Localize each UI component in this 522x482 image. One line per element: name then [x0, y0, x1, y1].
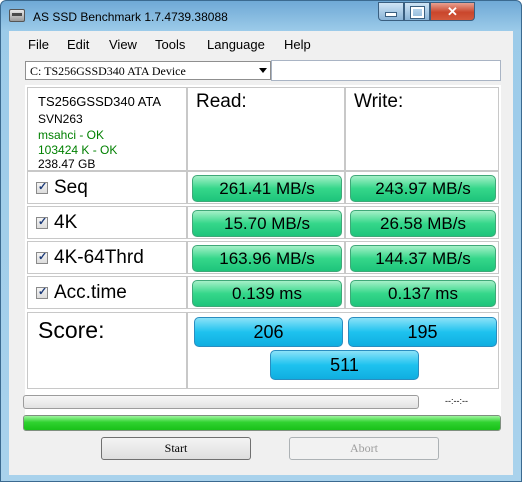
minimize-button[interactable] — [378, 2, 404, 21]
alignment-status: 103424 K - OK — [38, 143, 118, 157]
start-button[interactable]: Start — [101, 437, 251, 460]
drive-info-cell: TS256GSSD340 ATA SVN263 msahci - OK 1034… — [27, 87, 187, 171]
score-write-value: 195 — [348, 317, 497, 347]
menu-language[interactable]: Language — [207, 37, 265, 52]
menu-bar: File Edit View Tools Language Help — [9, 31, 513, 53]
row-4k64-label-cell: 4K-64Thrd — [27, 241, 187, 274]
read-header-cell: Read: — [187, 87, 345, 171]
close-icon: ✕ — [447, 4, 458, 19]
4k-checkbox[interactable] — [36, 215, 48, 229]
4k-read-cell: 15.70 MB/s — [187, 206, 345, 239]
elapsed-time: --:--:-- — [445, 396, 468, 406]
4k-label: 4K — [54, 212, 78, 233]
maximize-button[interactable] — [404, 2, 430, 21]
close-button[interactable]: ✕ — [430, 2, 475, 21]
menu-file[interactable]: File — [28, 37, 49, 52]
4k64-label: 4K-64Thrd — [54, 247, 144, 268]
4k64-write-cell: 144.37 MB/s — [345, 241, 499, 274]
row-seq-label-cell: Seq — [27, 171, 187, 204]
seq-label: Seq — [54, 177, 88, 198]
menu-view[interactable]: View — [109, 37, 137, 52]
row-acctime-label-cell: Acc.time — [27, 276, 187, 309]
4k64-read-cell: 163.96 MB/s — [187, 241, 345, 274]
test-progress-bar — [23, 395, 419, 409]
app-drive-icon — [9, 9, 25, 22]
results-panel: TS256GSSD340 ATA SVN263 msahci - OK 1034… — [25, 85, 501, 416]
drive-model: TS256GSSD340 ATA — [38, 94, 162, 109]
acctime-read-value: 0.139 ms — [192, 280, 342, 307]
overall-progress-fill — [24, 416, 500, 430]
write-header: Write: — [354, 91, 404, 112]
seq-read-value: 261.41 MB/s — [192, 175, 342, 202]
acctime-checkbox[interactable] — [36, 285, 48, 299]
4k-read-value: 15.70 MB/s — [192, 210, 342, 237]
score-values-cell: 206 195 511 — [187, 312, 499, 389]
acctime-write-value: 0.137 ms — [350, 280, 496, 307]
app-window: AS SSD Benchmark 1.7.4739.38088 ✕ File E… — [0, 0, 522, 482]
drive-capacity: 238.47 GB — [38, 157, 96, 171]
4k64-read-value: 163.96 MB/s — [192, 245, 342, 272]
score-label-cell: Score: — [27, 312, 187, 389]
4k-write-value: 26.58 MB/s — [350, 210, 496, 237]
seq-checkbox[interactable] — [36, 180, 48, 194]
acctime-label: Acc.time — [54, 282, 127, 303]
menu-tools[interactable]: Tools — [155, 37, 185, 52]
chevron-down-icon — [259, 68, 267, 73]
4k64-checkbox[interactable] — [36, 250, 48, 264]
acctime-read-cell: 0.139 ms — [187, 276, 345, 309]
seq-read-cell: 261.41 MB/s — [187, 171, 345, 204]
acctime-write-cell: 0.137 ms — [345, 276, 499, 309]
drive-select-value: C: TS256GSSD340 ATA Device — [30, 64, 186, 78]
read-header: Read: — [196, 91, 247, 112]
write-header-cell: Write: — [345, 87, 499, 171]
client-area: File Edit View Tools Language Help C: TS… — [9, 31, 513, 475]
menu-help[interactable]: Help — [284, 37, 311, 52]
menu-edit[interactable]: Edit — [67, 37, 89, 52]
score-total-value: 511 — [270, 350, 419, 380]
score-label: Score: — [38, 317, 105, 343]
abort-button[interactable]: Abort — [289, 437, 439, 460]
minimize-icon — [385, 12, 397, 17]
window-title: AS SSD Benchmark 1.7.4739.38088 — [33, 10, 228, 24]
driver-status: msahci - OK — [38, 128, 105, 142]
drive-select[interactable]: C: TS256GSSD340 ATA Device — [25, 61, 271, 80]
maximize-icon — [409, 6, 425, 19]
seq-write-cell: 243.97 MB/s — [345, 171, 499, 204]
drive-firmware: SVN263 — [38, 112, 83, 126]
title-bar[interactable]: AS SSD Benchmark 1.7.4739.38088 ✕ — [1, 1, 521, 31]
row-4k-label-cell: 4K — [27, 206, 187, 239]
drive-info-textbox[interactable] — [271, 60, 501, 81]
4k-write-cell: 26.58 MB/s — [345, 206, 499, 239]
overall-progress-bar — [23, 415, 501, 431]
score-read-value: 206 — [194, 317, 343, 347]
seq-write-value: 243.97 MB/s — [350, 175, 496, 202]
4k64-write-value: 144.37 MB/s — [350, 245, 496, 272]
